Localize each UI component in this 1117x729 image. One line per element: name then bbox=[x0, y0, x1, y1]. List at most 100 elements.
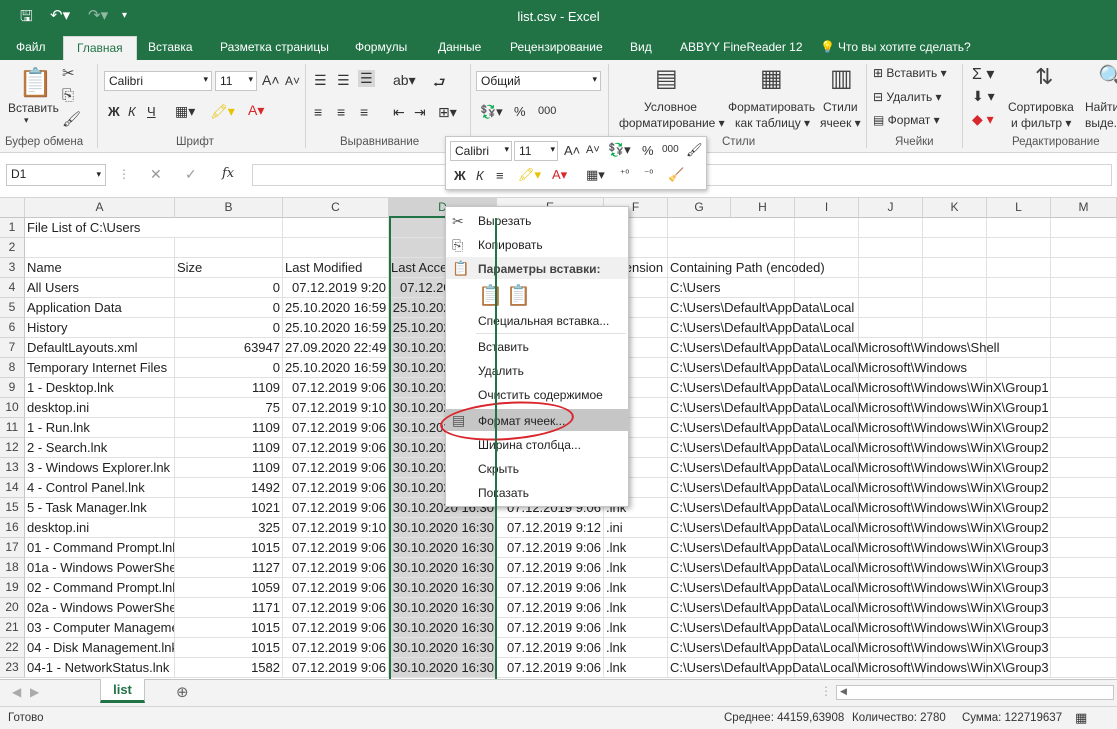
cell[interactable]: 1 - Run.lnk bbox=[25, 418, 175, 438]
cancel-icon[interactable]: ✕ bbox=[150, 166, 162, 183]
row-header[interactable]: 18 bbox=[0, 558, 25, 578]
cell[interactable]: 27.09.2020 22:49 bbox=[283, 338, 389, 358]
row-header[interactable]: 4 bbox=[0, 278, 25, 298]
cell[interactable]: 01 - Command Prompt.lnk bbox=[25, 538, 175, 558]
increase-font-icon[interactable]: A˄ bbox=[262, 72, 280, 88]
row-header[interactable]: 10 bbox=[0, 398, 25, 418]
increase-indent-icon[interactable]: ⇥ bbox=[414, 104, 426, 121]
cell[interactable]: 0 bbox=[175, 318, 283, 338]
cell[interactable]: .lnk bbox=[604, 578, 668, 598]
cell[interactable]: 1171 bbox=[175, 598, 283, 618]
cell[interactable]: 1015 bbox=[175, 538, 283, 558]
cell[interactable]: 2 - Search.lnk bbox=[25, 438, 175, 458]
cell[interactable]: desktop.ini bbox=[25, 518, 175, 538]
delete-cells-button[interactable]: ⊟ Удалить ▾ bbox=[873, 90, 942, 104]
row-header[interactable]: 1 bbox=[0, 218, 25, 238]
cell[interactable]: 30.10.2020 16:30 bbox=[389, 638, 497, 658]
column-header-j[interactable]: J bbox=[859, 198, 923, 218]
cell[interactable]: Name bbox=[25, 258, 175, 278]
cell[interactable]: 07.12.2019 9:06 bbox=[283, 578, 389, 598]
cell[interactable]: 325 bbox=[175, 518, 283, 538]
cell[interactable]: 07.12.2019 9:10 bbox=[283, 398, 389, 418]
insert-function-button[interactable]: fx bbox=[222, 166, 234, 181]
cell[interactable]: 07.12.2019 9:06 bbox=[283, 438, 389, 458]
horizontal-scrollbar[interactable]: ◀ bbox=[836, 685, 1114, 700]
mini-format-painter-icon[interactable]: 🖌 bbox=[686, 142, 703, 158]
cell[interactable]: 07.12.2019 9:06 bbox=[497, 538, 604, 558]
cell[interactable]: 01a - Windows PowerShell.lnk bbox=[25, 558, 175, 578]
cell[interactable]: C:\Users\Default\AppData\Local\Microsoft… bbox=[668, 618, 1088, 638]
cut-icon[interactable]: ✂ bbox=[62, 64, 75, 82]
sort-line2[interactable]: и фильтр ▾ bbox=[1011, 116, 1071, 130]
cell[interactable]: 30.10.2020 16:30 bbox=[389, 658, 497, 678]
cell[interactable]: 1059 bbox=[175, 578, 283, 598]
format-cells-button[interactable]: ▤ Формат ▾ bbox=[873, 113, 940, 127]
underline-button[interactable]: Ч bbox=[147, 104, 156, 119]
align-right-icon[interactable]: ≡ bbox=[360, 104, 368, 120]
row-header[interactable]: 7 bbox=[0, 338, 25, 358]
row-header[interactable]: 11 bbox=[0, 418, 25, 438]
cell[interactable]: 3 - Windows Explorer.lnk bbox=[25, 458, 175, 478]
cell[interactable]: C:\Users\Default\AppData\Local\Microsoft… bbox=[668, 498, 1088, 518]
cell[interactable]: Containing Path (encoded) bbox=[668, 258, 1088, 278]
add-sheet-icon[interactable]: ⊕ bbox=[176, 683, 189, 701]
cell[interactable]: 1492 bbox=[175, 478, 283, 498]
column-header-m[interactable]: M bbox=[1051, 198, 1117, 218]
format-table-line2[interactable]: как таблицу ▾ bbox=[735, 116, 810, 130]
mini-comma-icon[interactable]: 000 bbox=[662, 144, 679, 155]
cell[interactable]: 0 bbox=[175, 278, 283, 298]
mini-increase-decimal-icon[interactable]: ⁺⁰ bbox=[620, 169, 629, 180]
cell[interactable]: 1015 bbox=[175, 638, 283, 658]
copy-icon[interactable]: ⎘ bbox=[62, 87, 74, 104]
format-painter-icon[interactable]: 🖌 bbox=[62, 110, 81, 128]
select-all-corner[interactable] bbox=[0, 198, 25, 218]
font-name-box[interactable]: Calibri ▾ bbox=[104, 71, 212, 91]
fill-icon[interactable]: ⬇ ▾ bbox=[972, 88, 995, 105]
cell[interactable]: 4 - Control Panel.lnk bbox=[25, 478, 175, 498]
row-header[interactable]: 20 bbox=[0, 598, 25, 618]
cell[interactable] bbox=[283, 218, 389, 238]
mini-clear-format-icon[interactable]: 🧹 bbox=[668, 167, 684, 183]
format-table-line1[interactable]: Форматировать bbox=[728, 100, 815, 114]
row-header[interactable]: 5 bbox=[0, 298, 25, 318]
cell[interactable]: .ini bbox=[604, 518, 668, 538]
cell[interactable]: 04 - Disk Management.lnk bbox=[25, 638, 175, 658]
row-header[interactable]: 19 bbox=[0, 578, 25, 598]
cell[interactable]: 1127 bbox=[175, 558, 283, 578]
menu-show[interactable]: Показать bbox=[478, 486, 529, 500]
mini-borders-icon[interactable]: ▦▾ bbox=[586, 167, 605, 183]
cell[interactable]: .lnk bbox=[604, 598, 668, 618]
tab-data[interactable]: Данные bbox=[438, 40, 481, 54]
merge-cells-icon[interactable]: ⊞▾ bbox=[438, 104, 457, 121]
number-format-box[interactable]: Общий ▾ bbox=[476, 71, 601, 91]
cell[interactable]: C:\Users\Default\AppData\Local\Microsoft… bbox=[668, 518, 1088, 538]
column-header-h[interactable]: H bbox=[731, 198, 795, 218]
cell[interactable]: 07.12.2019 9:06 bbox=[283, 538, 389, 558]
cell[interactable]: 0 bbox=[175, 358, 283, 378]
mini-percent-icon[interactable]: % bbox=[642, 143, 654, 158]
cell[interactable]: 07.12.2019 9:06 bbox=[497, 558, 604, 578]
bold-button[interactable]: Ж bbox=[108, 104, 120, 119]
column-header-g[interactable]: G bbox=[668, 198, 731, 218]
cell[interactable]: 30.10.2020 16:30 bbox=[389, 618, 497, 638]
cell[interactable]: C:\Users\Default\AppData\Local\Microsoft… bbox=[668, 658, 1088, 678]
cell[interactable]: .lnk bbox=[604, 638, 668, 658]
cell[interactable]: 02 - Command Prompt.lnk bbox=[25, 578, 175, 598]
row-header[interactable]: 23 bbox=[0, 658, 25, 678]
cell[interactable]: 75 bbox=[175, 398, 283, 418]
cell[interactable]: 1109 bbox=[175, 418, 283, 438]
column-header-i[interactable]: I bbox=[795, 198, 859, 218]
cell[interactable]: 07.12.2019 9:12 bbox=[497, 518, 604, 538]
row-header[interactable]: 14 bbox=[0, 478, 25, 498]
cell[interactable]: 07.12.2019 9:06 bbox=[283, 558, 389, 578]
row-header[interactable]: 21 bbox=[0, 618, 25, 638]
cell[interactable]: Last Modified bbox=[283, 258, 389, 278]
insert-cells-button[interactable]: ⊞ Вставить ▾ bbox=[873, 66, 947, 80]
cell[interactable] bbox=[175, 218, 283, 238]
cell[interactable] bbox=[283, 238, 389, 258]
row-header[interactable]: 15 bbox=[0, 498, 25, 518]
menu-delete[interactable]: Удалить bbox=[478, 364, 524, 378]
cell[interactable]: 1582 bbox=[175, 658, 283, 678]
cell-styles-line2[interactable]: ячеек ▾ bbox=[820, 116, 861, 130]
scroll-left-icon[interactable]: ◀ bbox=[12, 685, 21, 699]
